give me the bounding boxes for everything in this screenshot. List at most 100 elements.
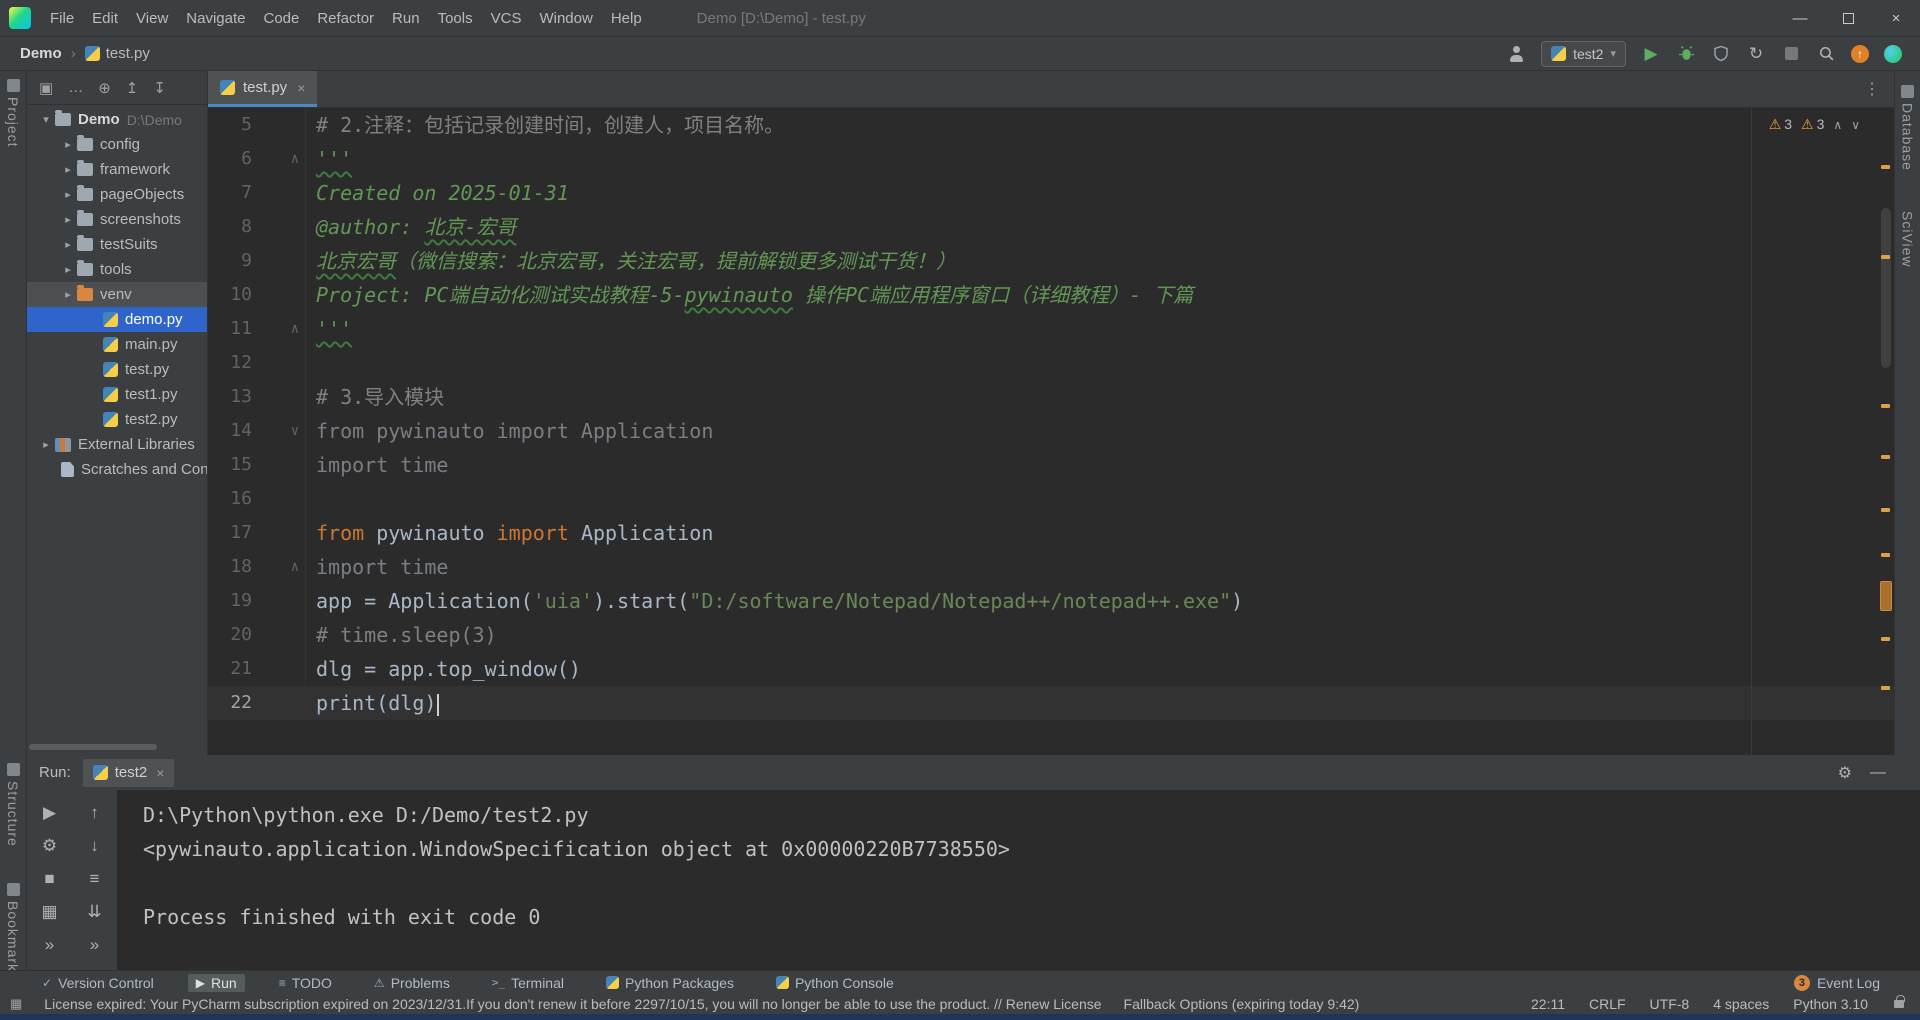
toolwindow-python-packages[interactable]: Python Packages (598, 974, 742, 992)
code-text[interactable]: # time.sleep(3) (306, 618, 497, 652)
warning-stripe-mark[interactable] (1881, 455, 1890, 459)
menu-vcs[interactable]: VCS (482, 10, 531, 27)
menu-help[interactable]: Help (602, 10, 651, 27)
warnings-badge[interactable]: ⚠ 3 (1769, 116, 1792, 133)
run-console[interactable]: D:\Python\python.exe D:/Demo/test2.py <py… (117, 790, 1920, 970)
tree-item-tools[interactable]: ▸ tools (27, 257, 207, 282)
chevron-right-icon[interactable]: ▸ (59, 188, 77, 201)
code-text[interactable]: app = Application('uia').start("D:/softw… (306, 584, 1243, 618)
console-line[interactable]: Process finished with exit code 0 (143, 900, 1920, 934)
menu-view[interactable]: View (127, 10, 177, 27)
debug-button[interactable] (1676, 44, 1696, 64)
close-icon[interactable]: × (297, 80, 305, 96)
status-indent[interactable]: 4 spaces (1713, 996, 1769, 1012)
tree-item-external-libraries[interactable]: ▸ External Libraries (27, 432, 207, 457)
close-icon[interactable]: × (156, 765, 164, 781)
menu-refactor[interactable]: Refactor (308, 10, 383, 27)
structure-stripe-tab[interactable]: Structure (0, 763, 26, 847)
menu-file[interactable]: File (41, 10, 83, 27)
database-stripe-tab[interactable]: Database (1895, 85, 1920, 171)
read-only-lock-icon[interactable] (1894, 995, 1905, 1008)
toolwindow-python-console[interactable]: Python Console (768, 974, 902, 992)
tree-item-pageobjects[interactable]: ▸ pageObjects (27, 182, 207, 207)
warning-stripe-mark[interactable] (1881, 165, 1890, 169)
tree-item-config[interactable]: ▸ config (27, 132, 207, 157)
tree-item-framework[interactable]: ▸ framework (27, 157, 207, 182)
chevron-right-icon[interactable]: ▸ (37, 438, 55, 451)
chevron-right-icon[interactable]: ▸ (59, 138, 77, 151)
soft-wrap-icon[interactable]: ≡ (90, 868, 100, 889)
code-text[interactable]: ''' (306, 312, 352, 346)
fold-up-icon[interactable]: ∧ (260, 550, 306, 584)
warning-stripe-mark[interactable] (1881, 686, 1890, 690)
chevron-right-icon[interactable]: ▸ (59, 288, 77, 301)
tree-item-venv[interactable]: ▸ venv (27, 282, 207, 307)
menu-run[interactable]: Run (383, 10, 429, 27)
tab-options-kebab-icon[interactable]: ⋮ (1850, 71, 1894, 107)
tree-item-test2-py[interactable]: test2.py (27, 407, 207, 432)
code-text[interactable]: ''' (306, 142, 352, 176)
code-text[interactable] (306, 482, 316, 516)
event-log-button[interactable]: 3 Event Log (1793, 974, 1880, 991)
code-text[interactable]: import time (306, 448, 448, 482)
toolwindow-todo[interactable]: ≡ TODO (271, 974, 340, 992)
warning-stripe-mark[interactable] (1881, 637, 1890, 641)
code-text[interactable]: # 3.导入模块 (306, 380, 444, 414)
menu-code[interactable]: Code (254, 10, 308, 27)
tree-item-test-py[interactable]: test.py (27, 357, 207, 382)
coverage-button[interactable] (1711, 44, 1731, 64)
warning-stripe-mark[interactable] (1881, 553, 1890, 557)
rerun-icon[interactable]: ▶ (43, 802, 56, 823)
menu-window[interactable]: Window (530, 10, 601, 27)
warning-stripe-mark[interactable] (1881, 404, 1890, 408)
breadcrumb-file[interactable]: test.py (84, 45, 150, 62)
sciview-stripe-tab[interactable]: SciView (1895, 211, 1920, 268)
inspections-widget[interactable]: ⚠ 3 ⚠ 3 ∧ ∨ (1769, 116, 1860, 133)
code-text[interactable]: from pywinauto import Application (306, 516, 713, 550)
tree-item-demo-py[interactable]: demo.py (27, 307, 207, 332)
warning-stripe-mark[interactable] (1881, 508, 1890, 512)
stop-button[interactable] (1781, 44, 1801, 64)
code-text[interactable]: Project: PC端自动化测试实战教程-5-pywinauto 操作PC端应… (306, 278, 1193, 312)
wrench-icon[interactable]: ⚙ (42, 835, 57, 856)
bookmarks-stripe-tab[interactable]: Bookmarks (0, 883, 26, 980)
profiler-button[interactable]: ↻ (1746, 44, 1766, 64)
tree-item-main-py[interactable]: main.py (27, 332, 207, 357)
settings-gear-icon[interactable]: ⚙ (1838, 763, 1852, 783)
code-text[interactable]: import time (306, 550, 448, 584)
up-stack-icon[interactable]: ↑ (90, 802, 99, 823)
tree-item-demo[interactable]: ▾ Demo D:\Demo (27, 107, 207, 132)
menu-navigate[interactable]: Navigate (177, 10, 254, 27)
toolwindow-run[interactable]: ▶ Run (187, 973, 245, 992)
status-line-separator[interactable]: CRLF (1589, 996, 1626, 1012)
more-icon[interactable]: » (90, 934, 99, 955)
fold-up-icon[interactable]: ∧ (260, 312, 306, 346)
tool-window-quick-access-icon[interactable]: ▦ (10, 996, 22, 1012)
breadcrumb-project[interactable]: Demo (20, 45, 62, 62)
menu-tools[interactable]: Tools (429, 10, 482, 27)
console-line[interactable] (143, 866, 1920, 900)
stripe-thumb[interactable] (1880, 581, 1892, 611)
chevron-right-icon[interactable]: ▸ (59, 263, 77, 276)
code-editor[interactable]: 5 # 2.注释：包括记录创建时间，创建人，项目名称。 6 ∧ ''' 7 Created … (208, 108, 1894, 755)
tree-item-screenshots[interactable]: ▸ screenshots (27, 207, 207, 232)
chevron-right-icon[interactable]: ▸ (59, 238, 77, 251)
tree-item-test1-py[interactable]: test1.py (27, 382, 207, 407)
editor-tab-test-py[interactable]: test.py × (208, 71, 318, 107)
tree-item-scratches-and-con[interactable]: Scratches and Con (27, 457, 207, 482)
next-problem-icon[interactable]: ∨ (1851, 118, 1860, 132)
update-notification-icon[interactable]: ↑ (1851, 44, 1869, 63)
locate-file-icon[interactable]: ⊕ (98, 79, 111, 97)
chevron-right-icon[interactable]: ▸ (59, 213, 77, 226)
fallback-options-link[interactable]: Fallback Options (expiring today 9:42) (1124, 996, 1360, 1012)
warning-stripe-mark[interactable] (1881, 255, 1890, 259)
minimize-button[interactable]: — (1776, 0, 1824, 37)
status-message[interactable]: License expired: Your PyCharm subscripti… (44, 996, 1101, 1012)
chevron-right-icon[interactable]: ▸ (59, 163, 77, 176)
expand-all-icon[interactable]: ↥ (126, 79, 139, 97)
search-everywhere-button[interactable] (1816, 44, 1836, 64)
run-tab-test2[interactable]: test2 × (82, 758, 175, 787)
stop-icon[interactable]: ■ (44, 868, 54, 889)
code-text[interactable]: dlg = app.top_window() (306, 652, 581, 686)
prev-problem-icon[interactable]: ∧ (1833, 118, 1842, 132)
